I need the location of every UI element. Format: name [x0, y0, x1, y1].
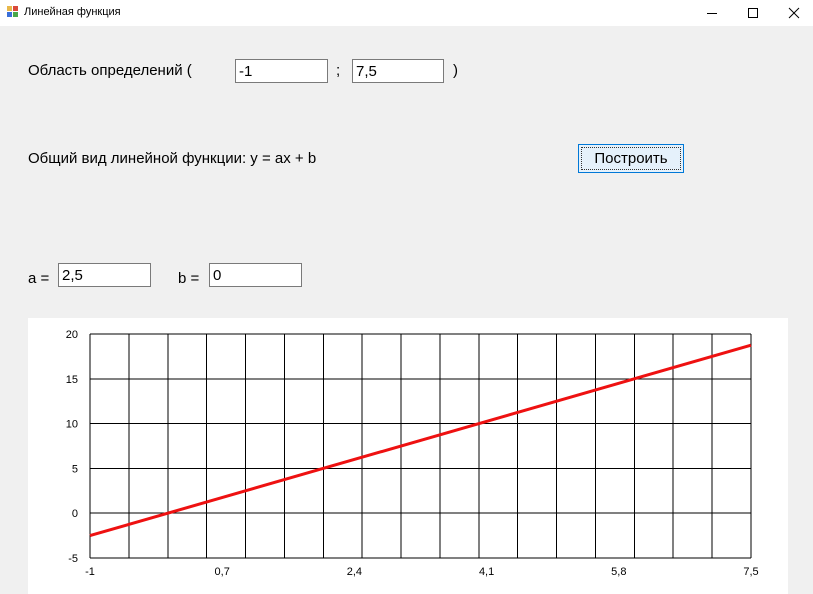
- x-tick-label: 7,5: [743, 566, 758, 578]
- close-button[interactable]: [771, 0, 813, 26]
- domain-from-input[interactable]: [235, 59, 328, 83]
- domain-to-input[interactable]: [352, 59, 444, 83]
- a-label: a =: [28, 270, 50, 287]
- x-tick-label: 2,4: [347, 566, 362, 578]
- domain-separator: ;: [336, 62, 341, 79]
- y-tick-label: 0: [72, 508, 78, 520]
- title-bar[interactable]: Линейная функция: [0, 0, 813, 26]
- maximize-icon: [748, 8, 758, 18]
- chart-svg: -5 0 5 10 15 20 -1 0,7 2,4 4,1 5,8 7,5: [66, 329, 759, 578]
- domain-close-paren: ): [453, 62, 458, 79]
- y-tick-label: 15: [66, 374, 78, 386]
- minimize-button[interactable]: [689, 0, 735, 26]
- y-tick-label: -5: [68, 553, 78, 565]
- general-form-label: Общий вид линейной функции: y = ax + b: [28, 150, 317, 167]
- x-tick-label: -1: [85, 566, 95, 578]
- x-tick-label: 5,8: [611, 566, 626, 578]
- a-input[interactable]: [58, 263, 151, 287]
- window-title: Линейная функция: [24, 6, 121, 18]
- y-tick-label: 10: [66, 419, 78, 431]
- close-icon: [788, 7, 800, 19]
- build-button[interactable]: Построить: [578, 144, 684, 173]
- domain-label: Область определений (: [28, 62, 192, 79]
- x-tick-label: 0,7: [215, 566, 230, 578]
- minimize-icon: [707, 13, 717, 14]
- y-tick-label: 5: [72, 463, 78, 475]
- b-input[interactable]: [209, 263, 302, 287]
- app-icon: [7, 6, 19, 18]
- x-tick-label: 4,1: [479, 566, 494, 578]
- chart: -5 0 5 10 15 20 -1 0,7 2,4 4,1 5,8 7,5: [28, 318, 788, 594]
- series-line: [89, 343, 752, 538]
- maximize-button[interactable]: [730, 0, 776, 26]
- b-label: b =: [178, 270, 200, 287]
- y-tick-label: 20: [66, 329, 78, 341]
